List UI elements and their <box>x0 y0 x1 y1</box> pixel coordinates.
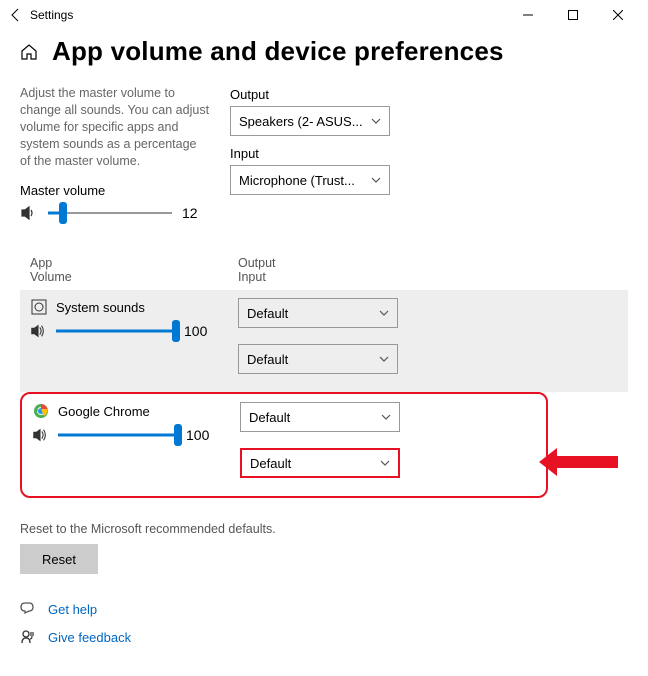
give-feedback-link[interactable]: Give feedback <box>48 630 131 645</box>
input-label: Input <box>230 146 628 161</box>
col-app: App <box>30 256 238 270</box>
chevron-down-icon <box>381 412 391 422</box>
table-header: App Volume Output Input <box>20 250 628 290</box>
get-help-link[interactable]: Get help <box>48 602 97 617</box>
window-title: Settings <box>30 8 505 22</box>
app-output-select[interactable]: Default <box>238 298 398 328</box>
home-icon[interactable] <box>20 43 38 61</box>
app-name: System sounds <box>56 300 145 315</box>
chevron-down-icon <box>380 458 390 468</box>
reset-button[interactable]: Reset <box>20 544 98 574</box>
app-row-google-chrome: Google Chrome 100 Default <box>22 394 546 496</box>
speaker-icon[interactable] <box>30 323 48 339</box>
titlebar: Settings <box>0 0 648 30</box>
app-volume-slider[interactable] <box>58 426 178 444</box>
chevron-down-icon <box>379 308 389 318</box>
app-input-select[interactable]: Default <box>240 448 400 478</box>
col-output: Output <box>238 256 628 270</box>
master-volume-value: 12 <box>182 205 210 221</box>
master-volume-slider[interactable] <box>48 204 172 222</box>
output-select[interactable]: Speakers (2- ASUS... <box>230 106 390 136</box>
back-button[interactable] <box>8 7 30 23</box>
app-input-select[interactable]: Default <box>238 344 398 374</box>
app-volume-slider[interactable] <box>56 322 176 340</box>
page-title: App volume and device preferences <box>52 36 504 67</box>
minimize-button[interactable] <box>505 0 550 30</box>
output-label: Output <box>230 87 628 102</box>
close-button[interactable] <box>595 0 640 30</box>
app-name: Google Chrome <box>58 404 150 419</box>
page-description: Adjust the master volume to change all s… <box>20 85 210 169</box>
chrome-icon <box>32 402 50 420</box>
reset-description: Reset to the Microsoft recommended defau… <box>20 522 628 536</box>
col-volume: Volume <box>30 270 238 284</box>
chevron-down-icon <box>371 116 381 126</box>
col-input: Input <box>238 270 628 284</box>
input-select[interactable]: Microphone (Trust... <box>230 165 390 195</box>
annotation-highlight: Google Chrome 100 Default <box>20 392 548 498</box>
help-icon <box>20 600 38 618</box>
chevron-down-icon <box>371 175 381 185</box>
maximize-button[interactable] <box>550 0 595 30</box>
app-row-system-sounds: System sounds 100 Default Default <box>20 290 628 392</box>
app-volume-value: 100 <box>184 323 212 339</box>
chevron-down-icon <box>379 354 389 364</box>
annotation-arrow <box>556 456 618 468</box>
output-selected: Speakers (2- ASUS... <box>239 114 371 129</box>
speaker-icon[interactable] <box>32 427 50 443</box>
app-volume-value: 100 <box>186 427 214 443</box>
feedback-icon <box>20 628 38 646</box>
input-selected: Microphone (Trust... <box>239 173 371 188</box>
master-volume-label: Master volume <box>20 183 210 198</box>
speaker-icon[interactable] <box>20 204 38 222</box>
system-sounds-icon <box>30 298 48 316</box>
app-output-select[interactable]: Default <box>240 402 400 432</box>
